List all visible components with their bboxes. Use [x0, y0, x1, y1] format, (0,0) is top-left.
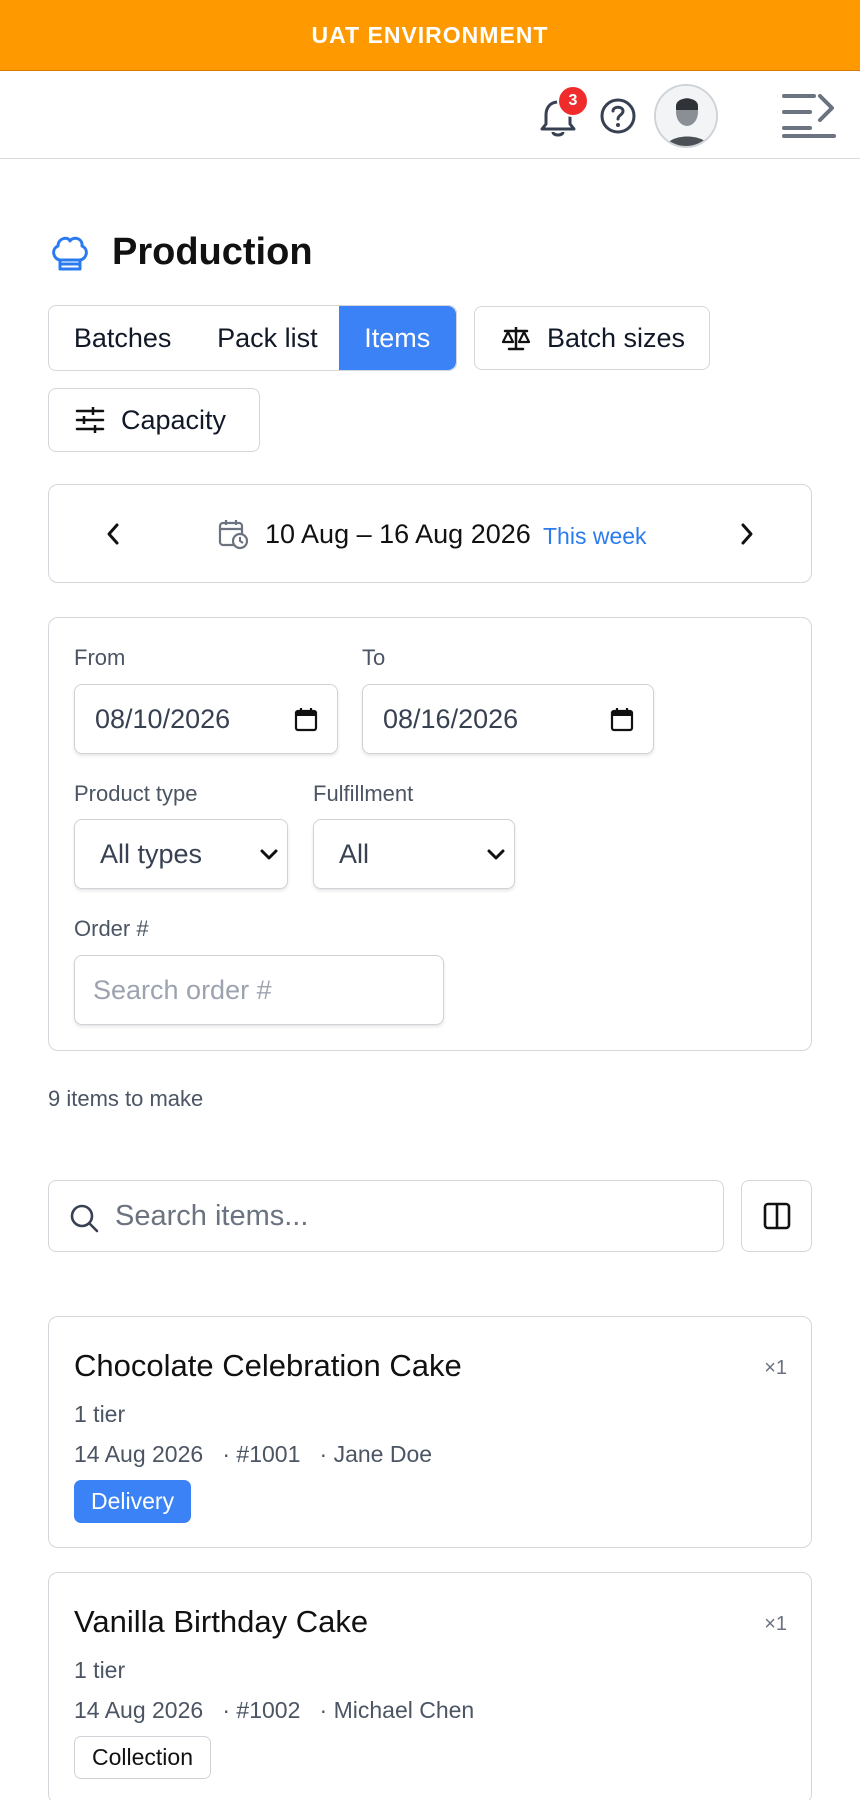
product-type-label: Product type [74, 781, 198, 806]
columns-toggle-button[interactable] [741, 1180, 812, 1252]
fulfillment-badge: Delivery [74, 1480, 192, 1523]
batch-sizes-button[interactable]: Batch sizes [474, 306, 710, 370]
order-search-input[interactable]: Search order # [74, 955, 444, 1025]
from-date-value: 08/10/2026 [95, 703, 231, 734]
calendar-clock-icon [218, 520, 249, 550]
to-label: To [362, 645, 386, 670]
menu-toggle-icon[interactable] [780, 90, 838, 140]
help-icon[interactable] [598, 96, 638, 136]
item-card[interactable]: Chocolate Celebration Cake ×1 1 tier 14 … [48, 1316, 812, 1548]
fulfillment-badge: Collection [74, 1736, 211, 1779]
fulfillment-select[interactable]: All [313, 819, 515, 889]
top-bar [0, 72, 860, 159]
to-date-input[interactable]: 08/16/2026 [362, 684, 654, 754]
item-tier: 1 tier [74, 1657, 126, 1683]
chevron-down-icon [260, 849, 278, 860]
page-header: Production [48, 226, 313, 278]
item-card[interactable]: Vanilla Birthday Cake ×1 1 tier 14 Aug 2… [48, 1572, 812, 1800]
tab-pack-list[interactable]: Pack list [196, 306, 338, 370]
item-date: 14 Aug 2026 [74, 1697, 204, 1723]
product-type-select[interactable]: All types [74, 819, 288, 889]
fulfillment-value: All [339, 838, 370, 869]
capacity-label: Capacity [121, 404, 227, 435]
order-label: Order # [74, 916, 149, 941]
from-date-input[interactable]: 08/10/2026 [74, 684, 338, 754]
to-date-value: 08/16/2026 [383, 703, 519, 734]
item-date: 14 Aug 2026 [74, 1441, 204, 1467]
view-tabs: Batches Pack list Items [48, 305, 457, 371]
calendar-icon [294, 708, 318, 732]
this-week-link[interactable]: This week [543, 523, 647, 550]
notification-badge: 3 [557, 85, 589, 117]
item-name: Chocolate Celebration Cake [74, 1348, 462, 1383]
item-order-number[interactable]: · #1002 [222, 1697, 300, 1723]
item-meta: 14 Aug 2026 · #1001 · Jane Doe [74, 1441, 432, 1468]
item-name: Vanilla Birthday Cake [74, 1604, 369, 1639]
item-quantity: ×1 [764, 1357, 787, 1379]
filters-panel: From 08/10/2026 To 08/16/2026 Product ty… [48, 617, 812, 1051]
item-quantity: ×1 [764, 1613, 787, 1635]
batch-sizes-label: Batch sizes [547, 322, 686, 353]
page-title: Production [112, 230, 313, 273]
product-type-value: All types [100, 838, 203, 869]
calendar-icon [610, 708, 634, 732]
tab-batches[interactable]: Batches [49, 306, 196, 370]
week-navigator: 10 Aug – 16 Aug 2026 This week [48, 484, 812, 583]
columns-icon [763, 1202, 790, 1230]
items-count: 9 items to make [48, 1086, 204, 1111]
item-meta: 14 Aug 2026 · #1002 · Michael Chen [74, 1697, 474, 1724]
chevron-right-icon[interactable] [735, 519, 759, 549]
chevron-left-icon[interactable] [101, 519, 125, 549]
chef-hat-icon [52, 236, 88, 271]
item-tier: 1 tier [74, 1401, 126, 1427]
scale-icon [501, 327, 531, 351]
item-customer: · Michael Chen [319, 1697, 475, 1723]
avatar[interactable] [654, 84, 718, 148]
items-search-placeholder: Search items... [115, 1200, 309, 1232]
search-icon [70, 1204, 99, 1233]
tab-items[interactable]: Items [338, 306, 456, 370]
from-label: From [74, 645, 126, 670]
environment-banner-text: UAT ENVIRONMENT [311, 21, 549, 48]
items-search-input[interactable]: Search items... [48, 1180, 724, 1252]
environment-banner: UAT ENVIRONMENT [0, 0, 860, 71]
item-order-number[interactable]: · #1001 [222, 1441, 300, 1467]
sliders-icon [75, 407, 105, 433]
order-search-placeholder: Search order # [93, 974, 272, 1005]
chevron-down-icon [487, 849, 505, 860]
capacity-button[interactable]: Capacity [48, 388, 260, 452]
fulfillment-label: Fulfillment [313, 781, 414, 806]
week-range: 10 Aug – 16 Aug 2026 [265, 519, 531, 549]
item-customer: · Jane Doe [319, 1441, 433, 1467]
